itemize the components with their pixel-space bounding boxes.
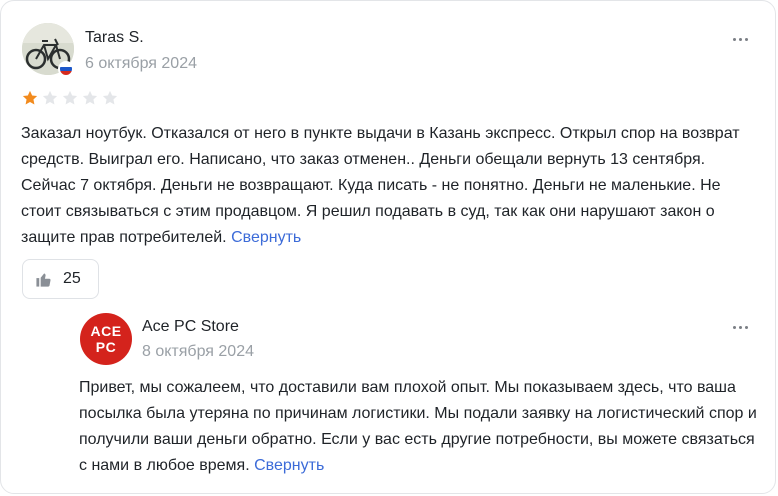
star-filled-icon bbox=[22, 90, 38, 105]
reply-text: Привет, мы сожалеем, что доставили вам п… bbox=[79, 379, 757, 474]
dot-icon bbox=[738, 325, 742, 329]
collapse-reply-link[interactable]: Свернуть bbox=[254, 457, 324, 474]
review-card: Taras S. 6 октября 2024 Заказал ноутбук.… bbox=[0, 0, 776, 494]
reply-more-options-button[interactable] bbox=[727, 317, 753, 337]
reply-body: Привет, мы сожалеем, что доставили вам п… bbox=[79, 375, 759, 479]
like-count: 25 bbox=[63, 270, 81, 287]
review-date: 6 октября 2024 bbox=[85, 55, 197, 72]
star-empty-icon bbox=[42, 90, 58, 105]
reply-date: 8 октября 2024 bbox=[142, 343, 254, 360]
reviewer-name[interactable]: Taras S. bbox=[85, 29, 144, 47]
dot-icon bbox=[732, 37, 736, 41]
star-empty-icon bbox=[82, 90, 98, 105]
dot-icon bbox=[738, 37, 742, 41]
review-body: Заказал ноутбук. Отказался от него в пун… bbox=[21, 121, 751, 251]
review-text: Заказал ноутбук. Отказался от него в пун… bbox=[21, 125, 740, 246]
dot-icon bbox=[744, 37, 748, 41]
rating-stars bbox=[21, 89, 119, 107]
dot-icon bbox=[744, 325, 748, 329]
like-button[interactable]: 25 bbox=[22, 259, 99, 299]
thumbs-up-icon bbox=[36, 272, 51, 287]
russia-flag-icon bbox=[58, 61, 74, 77]
review-more-options-button[interactable] bbox=[727, 29, 753, 49]
dot-icon bbox=[732, 325, 736, 329]
seller-logo-line2: PC bbox=[95, 339, 117, 355]
seller-logo[interactable]: ACE PC bbox=[80, 313, 132, 365]
seller-name[interactable]: Ace PC Store bbox=[142, 318, 239, 336]
star-empty-icon bbox=[62, 90, 78, 105]
star-empty-icon bbox=[102, 90, 118, 105]
collapse-review-link[interactable]: Свернуть bbox=[231, 229, 301, 246]
seller-logo-line1: ACE bbox=[90, 323, 122, 339]
